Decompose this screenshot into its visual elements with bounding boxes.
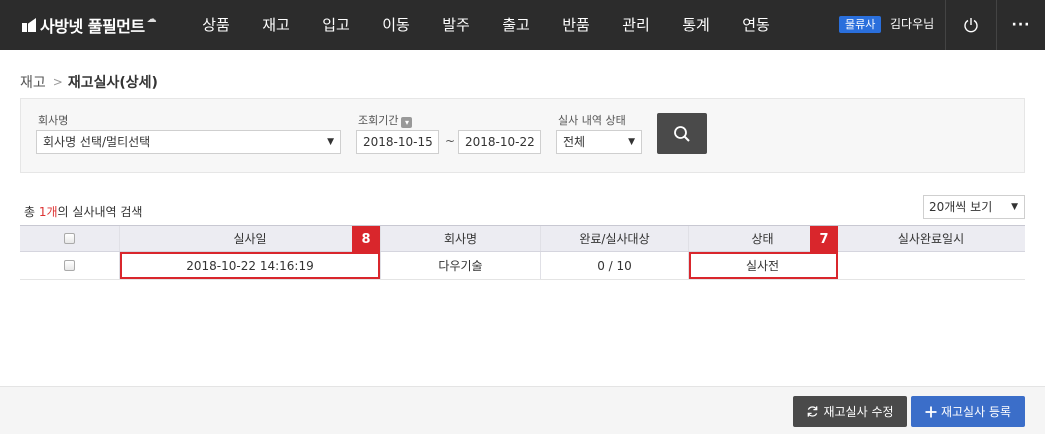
main-nav: 상품 재고 입고 이동 발주 출고 반품 관리 통계 연동 xyxy=(186,0,786,50)
more-icon: ··· xyxy=(1011,17,1031,33)
annotation-badge-8: 8 xyxy=(352,226,380,252)
user-role-badge: 물류사 xyxy=(839,16,882,33)
search-icon xyxy=(674,125,690,142)
nav-item-manage[interactable]: 관리 xyxy=(606,0,666,50)
company-select[interactable]: 회사명 선택/멀티선택 ▼ xyxy=(36,130,341,154)
brand-name: 사방넷 풀필먼트 xyxy=(40,17,145,36)
nav-item-integration[interactable]: 연동 xyxy=(726,0,786,50)
company-select-value: 회사명 선택/멀티선택 xyxy=(43,135,151,149)
power-icon xyxy=(964,18,978,33)
cell-progress: 0 / 10 xyxy=(541,252,689,279)
user-name[interactable]: 김다우님 xyxy=(890,16,934,33)
nav-item-order[interactable]: 발주 xyxy=(426,0,486,50)
period-label-text: 조회기간 xyxy=(358,114,399,127)
plus-icon xyxy=(925,406,937,417)
brand-logo[interactable]: 사방넷 풀필먼트 ☁ xyxy=(22,13,157,37)
caret-down-icon: ▼ xyxy=(327,137,334,147)
breadcrumb-parent[interactable]: 재고 xyxy=(20,72,46,92)
cloud-icon: ☁ xyxy=(146,13,157,25)
highlight-box-status xyxy=(689,252,838,279)
register-stocktake-button[interactable]: 재고실사 등록 xyxy=(911,396,1025,427)
header-stocktake-date[interactable]: 실사일 xyxy=(120,226,381,251)
table-header: 실사일 회사명 완료/실사대상 상태 실사완료일시 xyxy=(20,225,1025,252)
row-checkbox[interactable] xyxy=(64,260,75,271)
search-panel: 회사명 회사명 선택/멀티선택 ▼ 조회기간 ▾ 2018-10-15 ~ 201… xyxy=(20,98,1025,173)
footer-bar: 재고실사 수정 재고실사 등록 xyxy=(0,386,1045,434)
caret-down-icon: ▼ xyxy=(628,137,635,147)
date-range-separator: ~ xyxy=(445,134,456,148)
search-button[interactable] xyxy=(657,113,707,154)
header-select-all xyxy=(20,226,120,251)
cell-completed-at xyxy=(837,252,1025,279)
dropdown-icon[interactable]: ▾ xyxy=(401,117,413,128)
date-to-input[interactable]: 2018-10-22 xyxy=(458,130,541,154)
date-from-input[interactable]: 2018-10-15 xyxy=(356,130,439,154)
edit-stocktake-button[interactable]: 재고실사 수정 xyxy=(793,396,907,427)
page-size-value: 20개씩 보기 xyxy=(929,200,993,214)
logout-button[interactable] xyxy=(946,0,996,50)
nav-item-inbound[interactable]: 입고 xyxy=(306,0,366,50)
annotation-badge-7: 7 xyxy=(810,226,838,252)
cell-company: 다우기술 xyxy=(381,252,541,279)
status-select-value: 전체 xyxy=(563,135,586,149)
nav-item-inventory[interactable]: 재고 xyxy=(246,0,306,50)
more-menu-button[interactable]: ··· xyxy=(997,0,1045,50)
select-all-checkbox[interactable] xyxy=(64,233,75,244)
breadcrumb: 재고 > 재고실사(상세) xyxy=(20,72,158,92)
nav-item-outbound[interactable]: 출고 xyxy=(486,0,546,50)
page-size-select[interactable]: 20개씩 보기 ▼ xyxy=(923,195,1025,219)
header-company[interactable]: 회사명 xyxy=(381,226,541,251)
nav-item-transfer[interactable]: 이동 xyxy=(366,0,426,50)
chevron-right-icon: > xyxy=(52,75,63,89)
result-prefix: 총 xyxy=(24,205,39,219)
nav-item-returns[interactable]: 반품 xyxy=(546,0,606,50)
highlight-box-date xyxy=(120,252,380,279)
header-completed-at[interactable]: 실사완료일시 xyxy=(837,226,1025,251)
status-label: 실사 내역 상태 xyxy=(558,114,626,127)
status-select[interactable]: 전체 ▼ xyxy=(556,130,642,154)
period-label: 조회기간 ▾ xyxy=(358,112,413,128)
result-suffix: 의 실사내역 검색 xyxy=(57,205,143,219)
row-select-cell xyxy=(20,252,120,279)
logo-mark-icon xyxy=(22,18,36,32)
refresh-icon xyxy=(808,406,818,417)
register-stocktake-label: 재고실사 등록 xyxy=(940,405,1012,419)
caret-down-icon: ▼ xyxy=(1011,202,1018,212)
result-count: 1개 xyxy=(38,205,58,219)
edit-stocktake-label: 재고실사 수정 xyxy=(823,405,894,419)
nav-item-products[interactable]: 상품 xyxy=(186,0,246,50)
result-summary: 총 1개의 실사내역 검색 xyxy=(24,203,142,220)
page-title: 재고실사(상세) xyxy=(67,75,158,91)
company-label: 회사명 xyxy=(38,114,69,127)
header-progress[interactable]: 완료/실사대상 xyxy=(541,226,689,251)
nav-item-stats[interactable]: 통계 xyxy=(666,0,726,50)
top-navbar: 사방넷 풀필먼트 ☁ 상품 재고 입고 이동 발주 출고 반품 관리 통계 연동… xyxy=(0,0,1045,50)
